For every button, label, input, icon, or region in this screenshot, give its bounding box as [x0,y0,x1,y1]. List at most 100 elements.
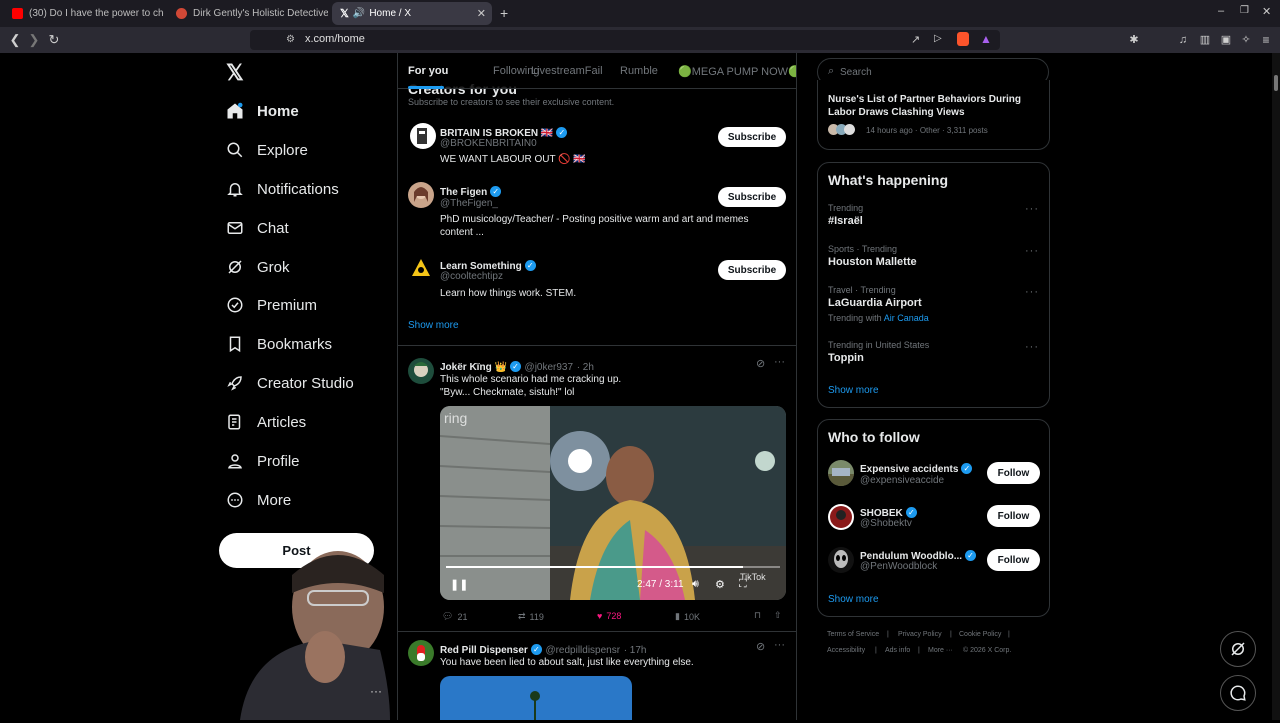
extensions-icon[interactable]: ✱ [1126,32,1142,48]
more-dots-icon[interactable]: ··· [370,684,382,698]
reload-icon[interactable]: ↻ [46,32,62,48]
settings-icon[interactable]: ⚙ [715,578,725,591]
minimize-button[interactable]: – [1218,5,1224,17]
subscribe-button[interactable]: Subscribe [718,127,786,147]
video-player[interactable]: ring ❚❚ 2:47 / 3:11 🔊︎ ⚙ ⛶ TikTok [440,406,786,600]
footer-link-accessibility[interactable]: Accessibility [827,647,865,654]
grok-icon[interactable]: ⊘ [756,357,765,370]
nav-articles[interactable]: Articles [225,405,306,439]
footer-link-terms[interactable]: Terms of Service [827,631,879,638]
tab-for-you[interactable]: For you [408,65,448,77]
views-action[interactable]: ▮ 10K [675,611,700,622]
maximize-button[interactable]: ❐ [1240,5,1249,16]
avatar[interactable] [828,460,854,486]
grok-float-button[interactable] [1220,631,1256,667]
trend-name[interactable]: LaGuardia Airport [828,297,922,309]
avatar[interactable] [408,640,434,666]
nav-chat[interactable]: Chat [225,211,289,245]
footer-link-ads[interactable]: Ads info [885,647,910,654]
subscribe-button[interactable]: Subscribe [718,260,786,280]
tab-mega-pump-now[interactable]: 🟢MEGA PUMP NOW🟢 [678,65,796,78]
nav-profile[interactable]: Profile [225,444,300,478]
new-tab-button[interactable]: + [500,5,508,21]
follow-suggestion[interactable]: Pendulum Woodblo... ✓ [860,547,977,562]
nav-bookmarks[interactable]: Bookmarks [225,327,332,361]
nav-notifications[interactable]: Notifications [225,172,339,206]
trend-name[interactable]: #Israël [828,215,863,227]
follow-suggestion[interactable]: Expensive accidents ✓ [860,460,973,475]
trend-name[interactable]: Toppin [828,352,864,364]
avatar[interactable] [828,504,854,530]
avatar[interactable] [408,255,434,281]
sidebar-icon[interactable]: ▥ [1197,32,1213,48]
more-icon[interactable]: ··· [774,356,785,368]
tweet-author-name[interactable]: Red Pill Dispenser [440,645,528,656]
avatar[interactable] [410,123,436,149]
brave-shields-icon[interactable] [957,32,969,46]
news-card[interactable]: Nurse's List of Partner Behaviors During… [817,80,1050,150]
forward-icon[interactable]: ❯ [26,32,42,48]
tab-livestreamfail[interactable]: LivestreamFail [531,65,603,77]
speaker-icon[interactable]: 🔊 [353,8,365,19]
creator-handle[interactable]: @TheFigen_ [440,198,498,209]
avatar[interactable] [828,547,854,573]
tab-rumble[interactable]: Rumble [620,65,658,77]
back-icon[interactable]: ❮ [7,32,23,48]
tweet-image[interactable] [440,676,632,720]
wallet-icon[interactable]: ▣ [1218,32,1234,48]
avatar[interactable] [408,182,434,208]
suggestion-name[interactable]: Expensive accidents [860,464,958,475]
follow-suggestion[interactable]: SHOBEK ✓ [860,504,917,519]
music-icon[interactable]: ♫ [1175,32,1191,48]
follow-button[interactable]: Follow [987,549,1040,571]
creator-item[interactable]: BRITAIN IS BROKEN 🇬🇧 ✓ [440,124,568,139]
tweet-time[interactable]: · 2h [577,362,594,373]
browser-tab-dirk-gently[interactable]: Dirk Gently's Holistic Detective A [168,2,328,25]
tweet-author-name[interactable]: Jokër Kïng 👑 [440,362,507,373]
share-icon[interactable]: ↗ [911,33,920,46]
chat-float-button[interactable] [1220,675,1256,711]
trend-more-icon[interactable]: ··· [1025,245,1039,257]
creator-handle[interactable]: @cooltechtipz [440,271,503,282]
creator-name[interactable]: The Figen [440,187,487,198]
video-progress-track[interactable] [446,566,780,568]
bookmark-icon[interactable]: ⊓ [754,610,761,621]
browser-tab-x-home[interactable]: 𝕏 🔊 Home / X ✕ [332,2,492,25]
nav-premium[interactable]: Premium [225,288,317,322]
footer-link-cookie[interactable]: Cookie Policy [959,631,1001,638]
grok-icon[interactable]: ⊘ [756,640,765,653]
follow-show-more-link[interactable]: Show more [828,594,879,605]
more-icon[interactable]: ··· [774,639,785,651]
trend-name[interactable]: Houston Mallette [828,256,917,268]
news-title[interactable]: Nurse's List of Partner Behaviors During… [828,93,1038,119]
trend-more-icon[interactable]: ··· [1025,203,1039,215]
follow-button[interactable]: Follow [987,462,1040,484]
reply-action[interactable]: 💬︎ 21 [442,611,467,622]
repost-action[interactable]: ⇄ 119 [518,611,544,622]
nav-more[interactable]: More [225,483,291,517]
subscribe-button[interactable]: Subscribe [718,187,786,207]
trends-show-more-link[interactable]: Show more [828,385,879,396]
trend-more-icon[interactable]: ··· [1025,286,1039,298]
menu-icon[interactable]: ≡ [1258,32,1274,48]
avatar[interactable] [408,358,434,384]
volume-icon[interactable]: 🔊︎ [692,578,699,591]
suggestion-handle[interactable]: @PenWoodblock [860,561,937,572]
close-window-button[interactable]: ✕ [1262,5,1271,18]
trend-extra-link[interactable]: Air Canada [884,313,929,323]
url-text[interactable]: x.com/home [305,33,365,45]
tweet-time[interactable]: · 17h [624,645,647,656]
brave-rewards-icon[interactable]: ▲ [980,32,992,46]
tweet-author-handle[interactable]: @redpilldispensr [545,645,620,656]
pause-icon[interactable]: ❚❚ [450,578,468,591]
suggestion-handle[interactable]: @expensiveaccide [860,475,944,486]
nav-home[interactable]: Home [225,94,299,128]
scrollbar-thumb[interactable] [1274,75,1278,91]
leo-icon[interactable]: ✧ [1238,32,1254,48]
nav-grok[interactable]: Grok [225,250,290,284]
x-logo-icon[interactable]: 𝕏 [226,60,244,86]
creator-item[interactable]: Learn Something ✓ [440,257,536,272]
footer-link-privacy[interactable]: Privacy Policy [898,631,942,638]
play-icon[interactable]: ▷ [934,33,942,44]
nav-creator-studio[interactable]: Creator Studio [225,366,354,400]
